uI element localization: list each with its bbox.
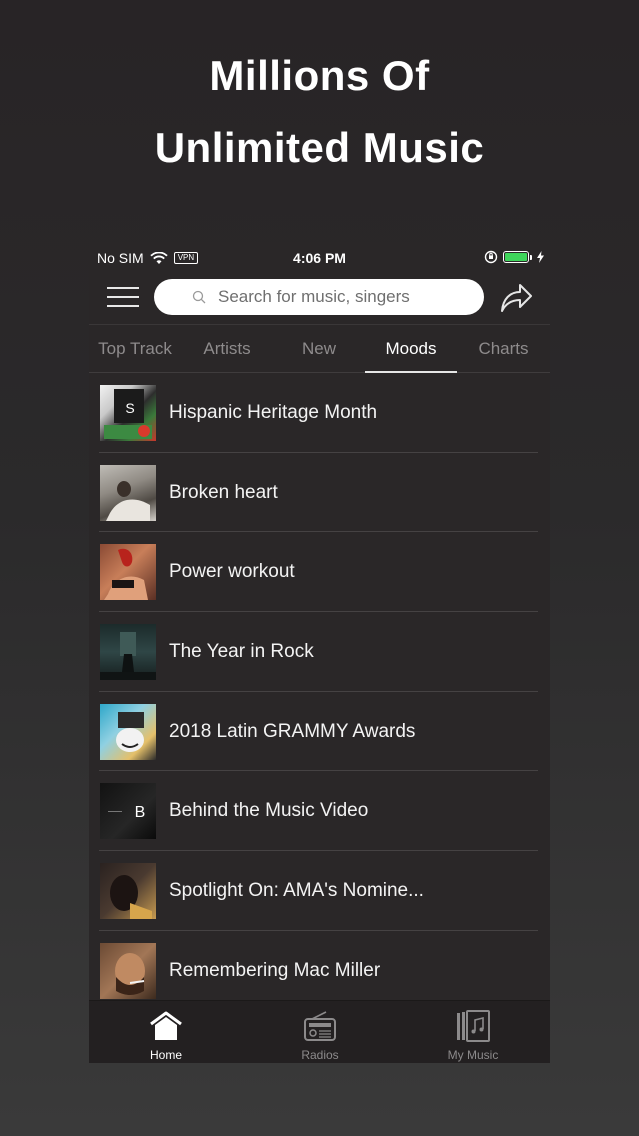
status-time: 4:06 PM bbox=[293, 250, 346, 266]
playlist-title: Remembering Mac Miller bbox=[169, 959, 381, 981]
playlist-thumbnail bbox=[100, 863, 156, 920]
list-item[interactable]: The Year in Rock bbox=[89, 612, 550, 692]
playlist-thumbnail bbox=[100, 624, 156, 681]
promo-headline-line1: Millions Of bbox=[209, 52, 430, 99]
status-right bbox=[484, 250, 544, 264]
menu-button[interactable] bbox=[107, 285, 139, 309]
playlist-thumbnail bbox=[100, 464, 156, 521]
nav-radios[interactable]: Radios bbox=[243, 1001, 397, 1063]
list-item[interactable]: Power workout bbox=[89, 532, 550, 612]
search-input[interactable]: Search for music, singers bbox=[154, 279, 484, 315]
tab-artists[interactable]: Artists bbox=[181, 325, 273, 373]
playlist-thumbnail bbox=[100, 703, 156, 760]
list-item[interactable]: Remembering Mac Miller bbox=[89, 931, 550, 1011]
hamburger-icon bbox=[107, 287, 139, 289]
nav-home[interactable]: Home bbox=[89, 1001, 243, 1063]
thumbnail-letter: B bbox=[135, 804, 146, 821]
list-item[interactable]: B Behind the Music Video bbox=[89, 771, 550, 851]
nav-radios-label: Radios bbox=[301, 1048, 339, 1062]
orientation-lock-icon bbox=[484, 250, 498, 264]
playlist-title: Broken heart bbox=[169, 481, 278, 503]
app-header: Search for music, singers bbox=[89, 278, 550, 318]
list-item[interactable]: Spotlight On: AMA's Nomine... bbox=[89, 851, 550, 931]
battery-icon bbox=[503, 251, 529, 263]
tab-charts[interactable]: Charts bbox=[457, 325, 550, 373]
tab-new[interactable]: New bbox=[273, 325, 365, 373]
playlist-title: Power workout bbox=[169, 561, 295, 583]
nav-home-label: Home bbox=[149, 1048, 182, 1062]
thumbnail-letter: S bbox=[125, 400, 134, 416]
playlist-title: Spotlight On: AMA's Nomine... bbox=[169, 880, 424, 902]
playlist-thumbnail bbox=[100, 544, 156, 601]
playlist-title: Hispanic Heritage Month bbox=[169, 402, 378, 423]
playlist-thumbnail: S bbox=[100, 385, 156, 441]
radio-icon bbox=[304, 1011, 336, 1041]
charging-bolt-icon bbox=[537, 251, 544, 263]
list-item[interactable]: Broken heart bbox=[89, 453, 550, 533]
search-icon bbox=[192, 290, 206, 304]
list-item[interactable]: S Hispanic Heritage Month bbox=[89, 373, 550, 453]
playlist-title: 2018 Latin GRAMMY Awards bbox=[169, 720, 416, 742]
playlist-thumbnail bbox=[100, 942, 156, 999]
home-icon bbox=[150, 1011, 182, 1040]
bottom-navigation: Home Radios My Music bbox=[89, 1000, 550, 1063]
moods-list: S Hispanic Heritage Month Broken heart P… bbox=[89, 373, 550, 1011]
list-item[interactable]: 2018 Latin GRAMMY Awards bbox=[89, 692, 550, 772]
category-tabs: Top Track Artists New Moods Charts bbox=[89, 324, 550, 373]
playlist-thumbnail: B bbox=[100, 783, 156, 840]
app-screen: No SIM VPN 4:06 PM Search for music, sin… bbox=[89, 242, 550, 1063]
promo-headline-line2: Unlimited Music bbox=[154, 124, 485, 171]
search-placeholder: Search for music, singers bbox=[218, 287, 410, 306]
playlist-title: The Year in Rock bbox=[169, 641, 314, 663]
playlist-title: Behind the Music Video bbox=[169, 800, 369, 822]
tab-top-track[interactable]: Top Track bbox=[89, 325, 181, 373]
share-icon[interactable] bbox=[498, 280, 534, 314]
nav-my-music[interactable]: My Music bbox=[396, 1001, 550, 1063]
battery-tip bbox=[530, 254, 532, 260]
music-library-icon bbox=[457, 1010, 490, 1042]
status-bar: No SIM VPN 4:06 PM bbox=[89, 242, 550, 274]
nav-my-music-label: My Music bbox=[447, 1048, 499, 1062]
tab-moods[interactable]: Moods bbox=[365, 325, 457, 373]
